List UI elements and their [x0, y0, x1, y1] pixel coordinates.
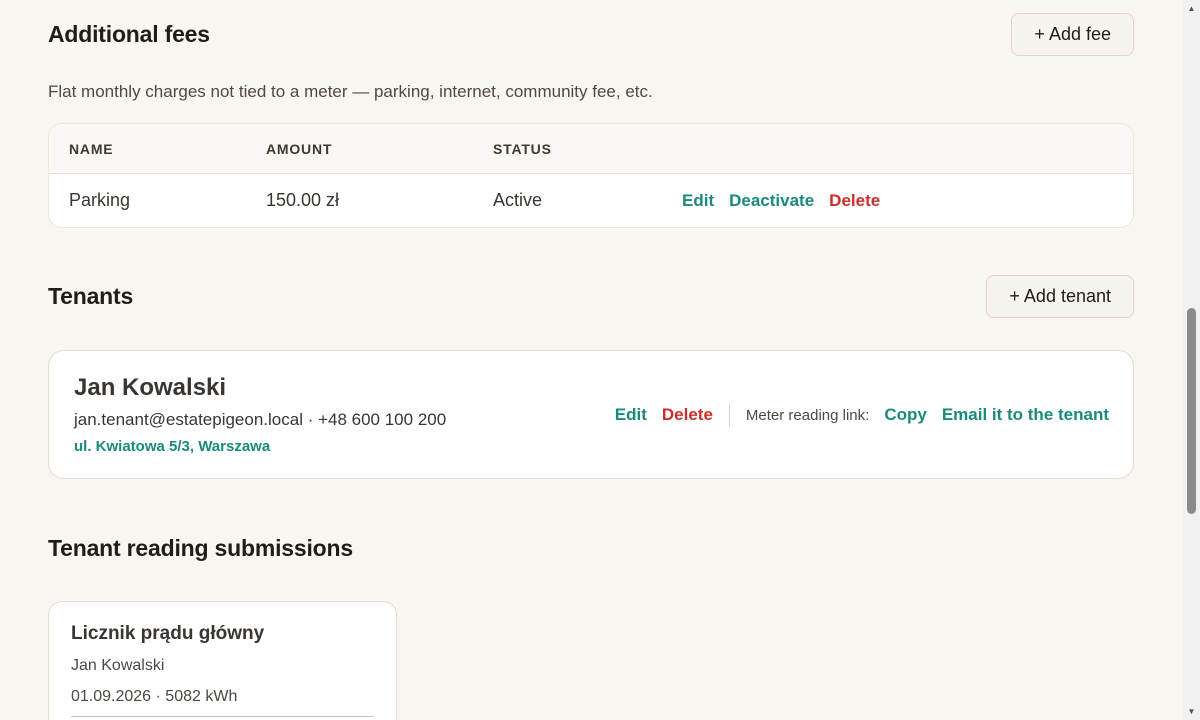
vertical-scrollbar[interactable]: ▲ ▼	[1183, 0, 1200, 720]
tenant-actions: Edit Delete Meter reading link: Copy Ema…	[615, 403, 1109, 427]
fee-deactivate-link[interactable]: Deactivate	[729, 191, 814, 211]
fees-table-header: NAME AMOUNT STATUS	[49, 124, 1133, 174]
tenant-name: Jan Kowalski	[74, 374, 227, 401]
fee-amount: 150.00 zł	[266, 190, 340, 210]
tenants-section-header: Tenants + Add tenant	[48, 275, 1134, 318]
fee-edit-link[interactable]: Edit	[682, 191, 714, 211]
submission-reading: 01.09.2026 · 5082 kWh	[71, 688, 238, 705]
fees-section-header: Additional fees + Add fee	[48, 13, 1134, 56]
tenant-delete-link[interactable]: Delete	[662, 405, 713, 425]
tenants-title: Tenants	[48, 283, 134, 309]
scroll-thumb[interactable]	[1187, 308, 1196, 514]
column-header-name: NAME	[69, 141, 114, 157]
tenant-card: Jan Kowalski jan.tenant@estatepigeon.loc…	[48, 350, 1134, 479]
email-tenant-link[interactable]: Email it to the tenant	[942, 405, 1109, 425]
column-header-amount: AMOUNT	[266, 141, 333, 157]
meter-reading-link-label: Meter reading link:	[745, 406, 870, 424]
tenant-contact: jan.tenant@estatepigeon.local · +48 600 …	[74, 410, 447, 429]
fee-row-actions: Edit Deactivate Delete	[682, 191, 880, 211]
fees-title: Additional fees	[48, 21, 210, 47]
fees-table: NAME AMOUNT STATUS Parking 150.00 zł Act…	[48, 123, 1134, 228]
page: Additional fees + Add fee Flat monthly c…	[0, 0, 1200, 720]
fee-status: Active	[493, 190, 543, 210]
fee-name: Parking	[69, 190, 131, 210]
submission-card: Licznik prądu główny Jan Kowalski 01.09.…	[48, 601, 397, 720]
table-row: Parking 150.00 zł Active Edit Deactivate…	[49, 174, 1133, 227]
submission-tenant-name: Jan Kowalski	[71, 657, 165, 674]
scroll-down-arrow-icon[interactable]: ▼	[1183, 703, 1200, 720]
add-tenant-button[interactable]: + Add tenant	[986, 275, 1134, 318]
tenant-address-link[interactable]: ul. Kwiatowa 5/3, Warszawa	[74, 438, 270, 455]
add-fee-button[interactable]: + Add fee	[1011, 13, 1134, 56]
submission-divider	[71, 716, 374, 717]
submission-meter-name: Licznik prądu główny	[71, 623, 265, 644]
tenant-edit-link[interactable]: Edit	[615, 405, 647, 425]
scroll-up-arrow-icon[interactable]: ▲	[1183, 0, 1200, 17]
fee-delete-link[interactable]: Delete	[829, 191, 880, 211]
fees-description: Flat monthly charges not tied to a meter…	[48, 82, 653, 101]
copy-link-button[interactable]: Copy	[884, 405, 927, 425]
actions-divider	[728, 403, 730, 427]
column-header-status: STATUS	[493, 141, 552, 157]
submissions-title: Tenant reading submissions	[48, 535, 353, 561]
